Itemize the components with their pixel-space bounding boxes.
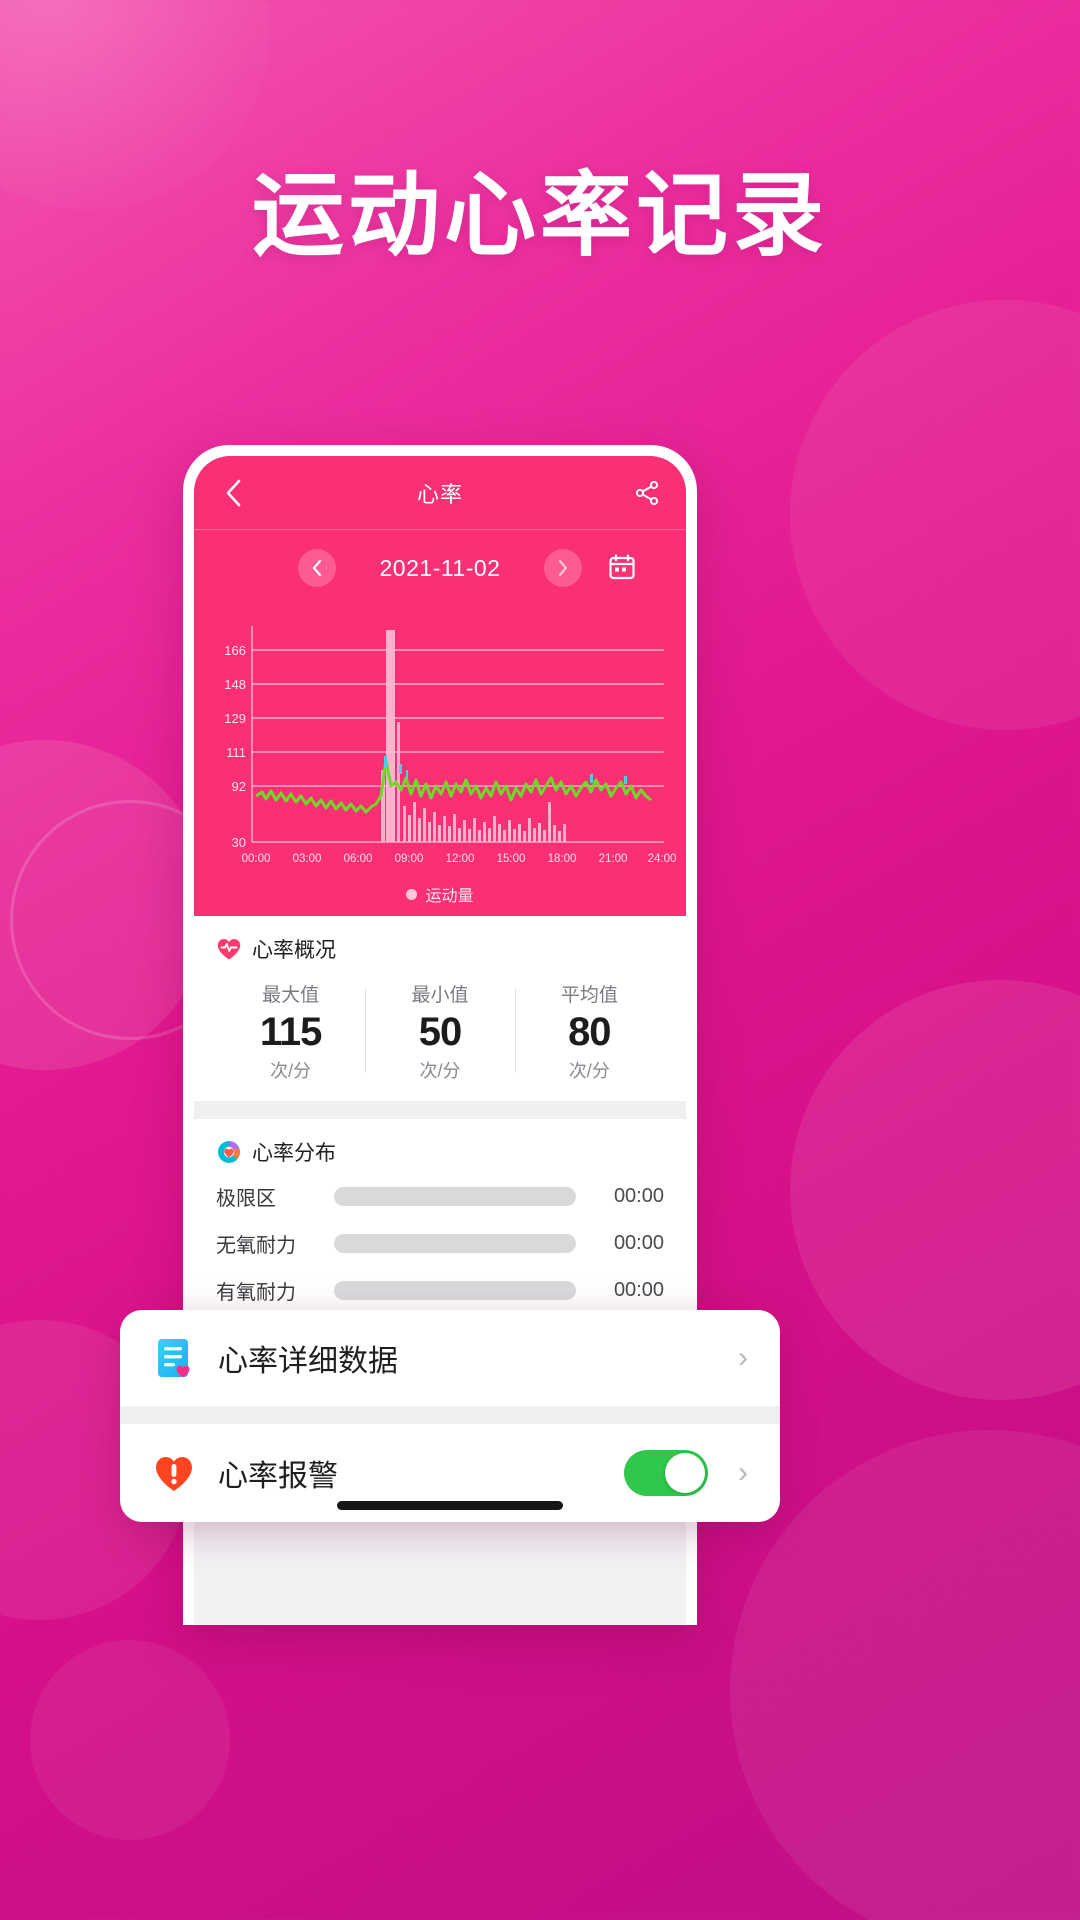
svg-text:21:00: 21:00 bbox=[599, 853, 628, 865]
chart-y-tick-labels: 166 148 129 111 92 30 bbox=[224, 643, 246, 850]
chart-series-exercise bbox=[381, 630, 566, 842]
background-blob bbox=[790, 300, 1080, 730]
heart-rate-chart-svg: 166 148 129 111 92 30 00:00 03:00 06:00 … bbox=[224, 626, 677, 865]
app-navbar: 心率 bbox=[194, 456, 686, 530]
svg-text:166: 166 bbox=[224, 643, 246, 658]
zone-bar bbox=[334, 1187, 576, 1206]
calendar-icon bbox=[609, 554, 635, 580]
zone-time: 00:00 bbox=[613, 1185, 664, 1207]
share-icon bbox=[635, 480, 659, 505]
svg-text:148: 148 bbox=[224, 677, 246, 692]
next-day-button[interactable] bbox=[544, 549, 582, 587]
legend-label-exercise: 运动量 bbox=[425, 888, 474, 905]
zone-time: 00:00 bbox=[613, 1279, 664, 1301]
background-blob bbox=[730, 1430, 1080, 1920]
prev-day-button[interactable] bbox=[298, 549, 336, 587]
stat-unit: 次/分 bbox=[419, 1061, 461, 1081]
stat-unit: 次/分 bbox=[270, 1061, 312, 1081]
zone-label: 极限区 bbox=[216, 1188, 276, 1210]
svg-text:111: 111 bbox=[226, 745, 246, 760]
distribution-row: 有氧耐力 00:00 bbox=[216, 1267, 664, 1314]
chevron-left-icon bbox=[312, 559, 322, 577]
stat-max: 最大值 115 次/分 bbox=[216, 978, 365, 1083]
stat-value: 115 bbox=[259, 1010, 323, 1054]
stat-label: 最大值 bbox=[262, 985, 320, 1006]
chart-peak-markers bbox=[384, 756, 627, 784]
distribution-row: 极限区 00:00 bbox=[216, 1173, 664, 1220]
document-heart-icon bbox=[158, 1339, 190, 1378]
zone-label: 无氧耐力 bbox=[216, 1235, 296, 1257]
svg-text:15:00: 15:00 bbox=[497, 853, 526, 865]
heart-rate-distribution-card: 心率分布 极限区 00:00 无氧耐力 00:00 有氧耐力 00:00 bbox=[194, 1119, 686, 1328]
distribution-card-header: 心率分布 bbox=[216, 1137, 664, 1167]
bottom-sheet: 心率详细数据 › 心率报警 › bbox=[120, 1310, 780, 1522]
stat-value: 80 bbox=[568, 1010, 612, 1054]
zone-bar bbox=[334, 1234, 576, 1253]
home-indicator bbox=[337, 1501, 563, 1510]
sheet-item-detail-data[interactable]: 心率详细数据 › bbox=[120, 1310, 780, 1406]
calendar-button[interactable] bbox=[608, 553, 638, 583]
chevron-right-icon bbox=[558, 559, 568, 577]
heart-rate-overview-card: 心率概况 最大值 115 次/分 最小值 50 次/分 平均值 80 次/分 bbox=[194, 916, 686, 1101]
zone-bar bbox=[334, 1281, 576, 1300]
distribution-row: 无氧耐力 00:00 bbox=[216, 1220, 664, 1267]
heart-rate-alarm-toggle[interactable] bbox=[624, 1450, 708, 1496]
svg-text:129: 129 bbox=[224, 711, 246, 726]
chart-gridlines bbox=[252, 649, 664, 843]
svg-text:09:00: 09:00 bbox=[395, 853, 424, 865]
page-title: 运动心率记录 bbox=[251, 165, 828, 267]
svg-text:06:00: 06:00 bbox=[344, 853, 373, 865]
distribution-title: 心率分布 bbox=[252, 1142, 336, 1165]
sheet-item-label: 心率详细数据 bbox=[218, 1345, 398, 1378]
svg-text:12:00: 12:00 bbox=[446, 853, 475, 865]
chart-legend: 运动量 bbox=[194, 876, 686, 906]
heart-rate-chart[interactable]: 166 148 129 111 92 30 00:00 03:00 06:00 … bbox=[194, 606, 686, 916]
background-blob bbox=[30, 1640, 230, 1840]
nav-title: 心率 bbox=[416, 481, 463, 507]
chevron-right-icon: › bbox=[738, 1456, 748, 1489]
stat-avg: 平均值 80 次/分 bbox=[514, 978, 664, 1083]
zone-label: 有氧耐力 bbox=[216, 1282, 296, 1304]
chart-x-tick-labels: 00:00 03:00 06:00 09:00 12:00 15:00 18:0… bbox=[242, 853, 677, 865]
date-selector: 2021-11-02 bbox=[194, 530, 686, 606]
background-blob bbox=[790, 980, 1080, 1400]
stat-label: 最小值 bbox=[411, 985, 469, 1006]
stat-label: 平均值 bbox=[560, 985, 618, 1006]
legend-dot-icon bbox=[406, 888, 418, 900]
stat-unit: 次/分 bbox=[568, 1061, 610, 1081]
share-button[interactable] bbox=[630, 476, 664, 510]
svg-text:03:00: 03:00 bbox=[293, 853, 322, 865]
selected-date[interactable]: 2021-11-02 bbox=[354, 555, 526, 582]
heart-pulse-icon bbox=[217, 939, 241, 960]
zone-time: 00:00 bbox=[613, 1232, 664, 1254]
overview-stats: 最大值 115 次/分 最小值 50 次/分 平均值 80 次/分 bbox=[216, 970, 664, 1087]
chevron-right-icon: › bbox=[738, 1341, 748, 1374]
sheet-divider bbox=[120, 1406, 780, 1424]
svg-text:24:00: 24:00 bbox=[648, 853, 677, 865]
svg-text:18:00: 18:00 bbox=[548, 853, 577, 865]
stat-min: 最小值 50 次/分 bbox=[365, 978, 514, 1083]
sheet-item-label: 心率报警 bbox=[218, 1460, 338, 1493]
stat-value: 50 bbox=[418, 1010, 463, 1054]
section-divider bbox=[194, 1101, 686, 1119]
toggle-knob bbox=[665, 1453, 705, 1493]
overview-card-header: 心率概况 bbox=[216, 934, 664, 964]
svg-text:30: 30 bbox=[232, 835, 246, 850]
alert-heart-icon bbox=[156, 1457, 192, 1491]
svg-text:00:00: 00:00 bbox=[242, 853, 271, 865]
pie-heart-icon bbox=[218, 1141, 240, 1163]
svg-text:92: 92 bbox=[232, 779, 246, 794]
overview-title: 心率概况 bbox=[252, 939, 336, 962]
